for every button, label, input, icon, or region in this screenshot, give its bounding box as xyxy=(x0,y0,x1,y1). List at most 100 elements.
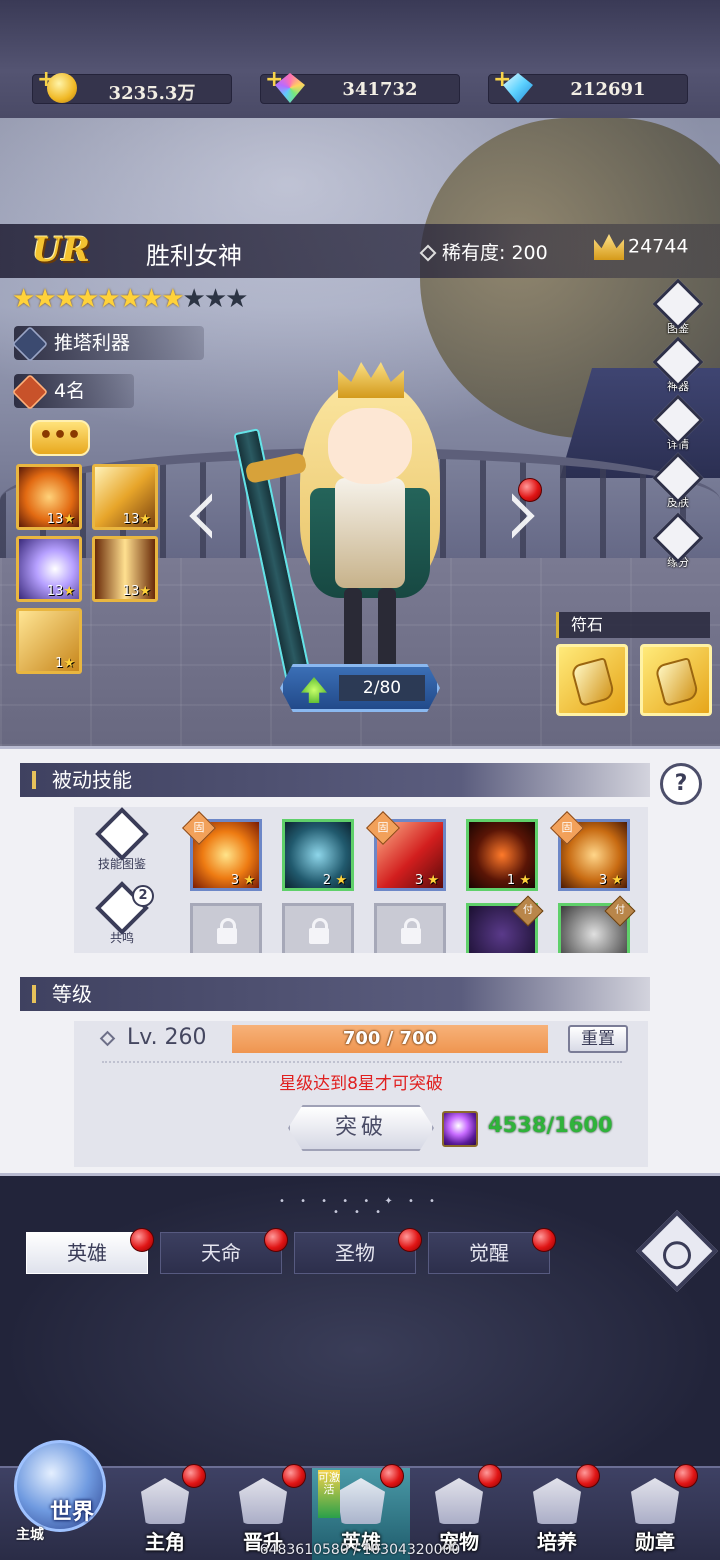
level-header: 等级 xyxy=(20,977,650,1011)
attached-badge: 付 xyxy=(604,895,636,927)
flame-icon xyxy=(11,373,49,410)
lower-tab-area: • • • • • ✦ • • • • • 英雄 天命 圣物 觉醒 xyxy=(0,1176,720,1466)
crossed-swords-icon xyxy=(11,325,49,362)
notification-dot xyxy=(576,1464,600,1488)
xp-progress-bar: 700 / 700 xyxy=(232,1025,548,1053)
star-empty-icon: ★ xyxy=(203,284,227,314)
lock-icon xyxy=(217,918,237,944)
material-count: 4538/1600 xyxy=(488,1113,613,1137)
power-value: 24744 xyxy=(628,235,689,258)
hero-grade: UR xyxy=(32,230,90,270)
rune-stone-icon xyxy=(654,657,700,707)
world-label: 世界 xyxy=(50,1499,95,1525)
skill-level: 13 xyxy=(122,512,140,527)
rune-stone-icon xyxy=(570,657,616,707)
world-button[interactable]: 世界 主城 xyxy=(6,1434,116,1554)
side-button-skin[interactable]: 皮肤 xyxy=(650,452,706,518)
progress-footer-text: 6483610580 / 10304320000 xyxy=(259,1542,461,1558)
star-rating: ★★★★★★★★★★★ xyxy=(12,284,248,314)
passive-skill-level: 3 xyxy=(230,873,240,888)
star-filled-icon: ★ xyxy=(118,284,142,314)
rune-header: 符石 xyxy=(556,612,710,638)
role-tag[interactable]: 推塔利器 xyxy=(11,325,204,362)
medal-icon xyxy=(631,1478,679,1524)
skill-level: 13 xyxy=(46,584,64,599)
active-skill-3[interactable]: 13★ xyxy=(16,536,82,602)
resonance-badge: 2 xyxy=(132,885,154,907)
passive-skill-2[interactable]: 2 ★ xyxy=(282,819,354,891)
level-label: Lv. 260 xyxy=(99,1025,207,1050)
hero-character-sprite[interactable] xyxy=(233,348,480,688)
help-button[interactable]: ? xyxy=(660,763,702,805)
lock-icon xyxy=(309,918,329,944)
main-city-label: 主城 xyxy=(16,1527,44,1543)
diamond-bullet-icon xyxy=(99,1030,116,1046)
passive-skill-5[interactable]: 固 3 ★ xyxy=(550,811,630,891)
decorative-divider: • • • • • ✦ • • • • • xyxy=(279,1196,441,1218)
reset-button[interactable]: 重置 xyxy=(568,1025,628,1053)
notification-dot xyxy=(130,1228,154,1252)
notification-dot xyxy=(518,478,542,502)
rarity-value: 200 xyxy=(511,242,548,264)
locked-passive-slot[interactable] xyxy=(190,903,262,953)
star-filled-icon: ★ xyxy=(161,284,184,314)
active-skill-2[interactable]: 13★ xyxy=(92,464,158,530)
hero-name: 胜利女神 xyxy=(146,242,242,270)
skill-book-icon xyxy=(95,807,149,861)
purple-orb-material-icon[interactable] xyxy=(442,1111,478,1147)
side-button-codex[interactable]: 图鉴 xyxy=(650,278,706,344)
skill-codex-button[interactable]: 技能图鉴 xyxy=(94,807,150,872)
attached-passive-slot-2[interactable]: 付 xyxy=(558,895,636,953)
side-button-artifact[interactable]: 神器 xyxy=(650,336,706,402)
star-filled-icon: ★ xyxy=(54,284,78,314)
passive-skill-4[interactable]: 1 ★ xyxy=(466,819,538,891)
blue-diamond-currency[interactable]: + 212691 xyxy=(488,67,688,104)
exp-item-counter[interactable]: 2/80 xyxy=(280,664,440,712)
active-skill-4[interactable]: 13★ xyxy=(92,536,158,602)
hero-power: 24744 xyxy=(594,234,688,260)
passive-skill-1[interactable]: 固 3 ★ xyxy=(182,811,262,891)
locked-passive-slot[interactable] xyxy=(282,903,354,953)
level-box: Lv. 260 700 / 700 重置 星级达到8星才可突破 突破 4538/… xyxy=(74,1021,648,1167)
hero-scene: UR 胜利女神 稀有度: 200 24744 ★★★★★★★★★★★ 推塔利器 … xyxy=(0,118,720,746)
rainbow-diamond-currency[interactable]: + 341732 xyxy=(260,67,460,104)
breakthrough-button[interactable]: 突破 xyxy=(288,1105,434,1151)
passive-skill-3[interactable]: 固 3 ★ xyxy=(366,811,446,891)
promotion-icon xyxy=(239,1478,287,1524)
gold-currency[interactable]: + 3235.3万 xyxy=(32,67,232,104)
star-filled-icon: ★ xyxy=(33,284,56,314)
activate-badge: 可激活 xyxy=(318,1470,340,1518)
breakthrough-warning: 星级达到8星才可突破 xyxy=(279,1074,443,1094)
star-empty-icon: ★ xyxy=(225,284,248,314)
notification-dot xyxy=(532,1228,556,1252)
eye-view-icon[interactable] xyxy=(635,1209,719,1293)
side-button-bond[interactable]: 缘分 xyxy=(650,512,706,578)
passive-skills-box: 技能图鉴 共鸣 2 固 3 ★ 2 ★ 固 3 ★ 1 ★ 固 3 ★ 付 付 xyxy=(74,807,648,953)
rank-tag[interactable]: 4名 xyxy=(11,373,134,410)
gold-value: 3235.3万 xyxy=(108,83,196,104)
diamond-bullet-icon xyxy=(419,244,437,262)
notification-dot xyxy=(478,1464,502,1488)
skill-level: 13 xyxy=(46,512,64,527)
pet-icon xyxy=(435,1478,483,1524)
rune-slot-1[interactable] xyxy=(556,644,628,716)
active-skill-1[interactable]: 13★ xyxy=(16,464,82,530)
passive-skills-header: 被动技能 xyxy=(20,763,650,797)
locked-passive-slot[interactable] xyxy=(374,903,446,953)
gold-coin-icon xyxy=(47,73,77,103)
passive-skill-level: 3 xyxy=(598,873,608,888)
star-filled-icon: ★ xyxy=(139,284,163,314)
rune-slot-2[interactable] xyxy=(640,644,712,716)
role-tag-label: 推塔利器 xyxy=(54,332,131,354)
hero-info-panel: 被动技能 ? 技能图鉴 共鸣 2 固 3 ★ 2 ★ 固 3 ★ 1 ★ 固 3… xyxy=(0,746,720,1176)
level-value: Lv. 260 xyxy=(127,1025,207,1050)
attached-passive-slot-1[interactable]: 付 xyxy=(466,895,544,953)
side-button-details[interactable]: 详情 xyxy=(650,394,706,460)
skill-level: 13 xyxy=(122,584,140,599)
fixed-badge: 固 xyxy=(366,811,400,845)
rank-tag-label: 4名 xyxy=(54,380,86,402)
active-skill-5[interactable]: 1★ xyxy=(16,608,82,674)
lock-icon xyxy=(401,918,421,944)
chat-bubble-icon[interactable]: ••• xyxy=(30,420,90,456)
notification-dot xyxy=(674,1464,698,1488)
